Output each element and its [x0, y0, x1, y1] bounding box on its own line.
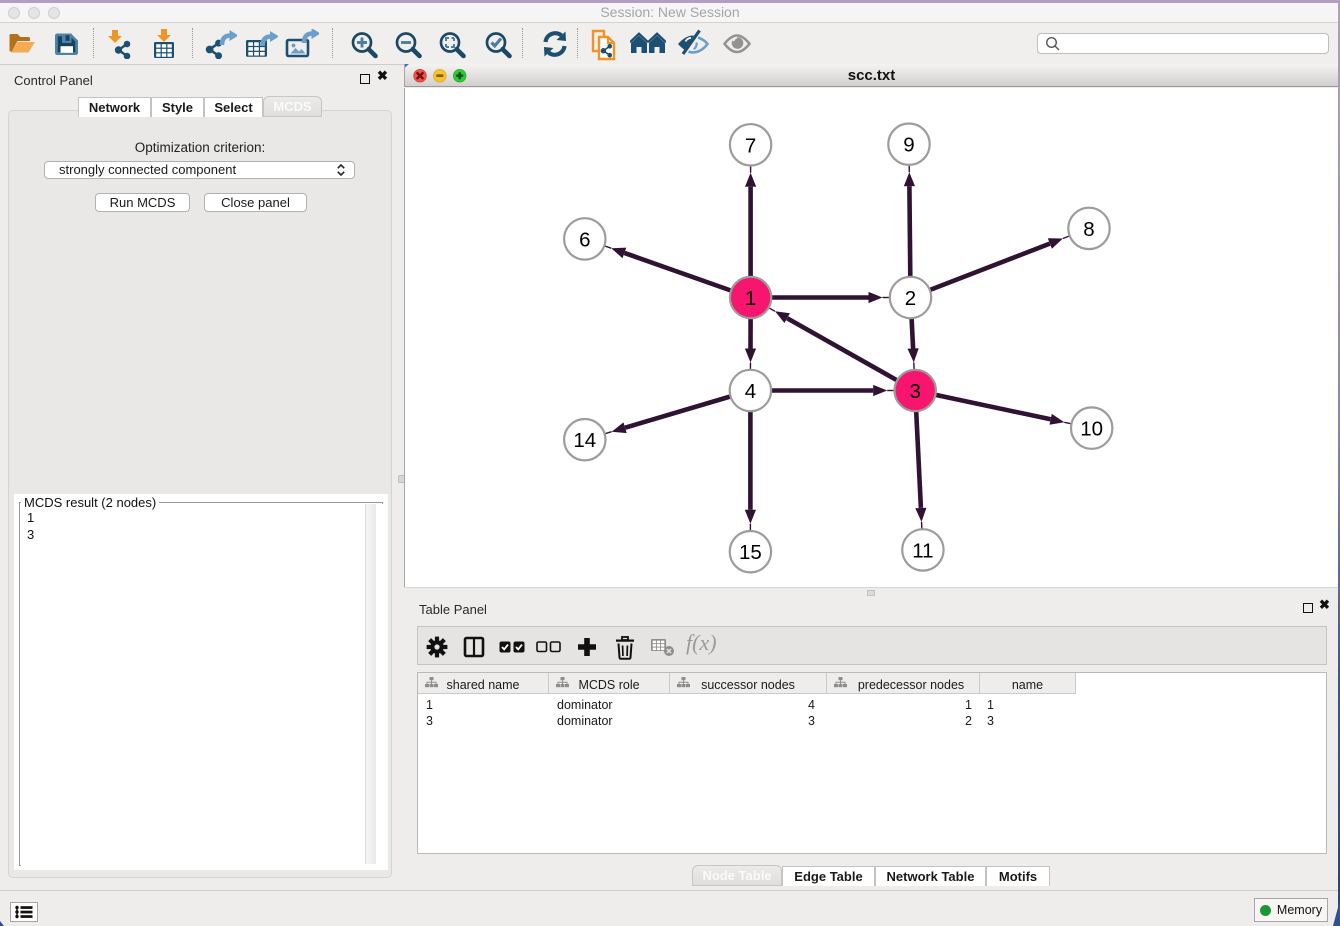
svg-text:1: 1: [745, 287, 756, 310]
svg-text:6: 6: [579, 228, 590, 251]
svg-text:11: 11: [912, 539, 933, 562]
svg-text:9: 9: [903, 134, 914, 157]
svg-text:7: 7: [745, 134, 756, 157]
svg-text:15: 15: [739, 541, 762, 564]
svg-text:3: 3: [909, 380, 920, 403]
svg-text:10: 10: [1080, 418, 1103, 441]
svg-text:4: 4: [745, 380, 756, 403]
svg-text:2: 2: [905, 287, 916, 310]
svg-text:8: 8: [1083, 218, 1094, 241]
svg-text:14: 14: [573, 429, 596, 452]
